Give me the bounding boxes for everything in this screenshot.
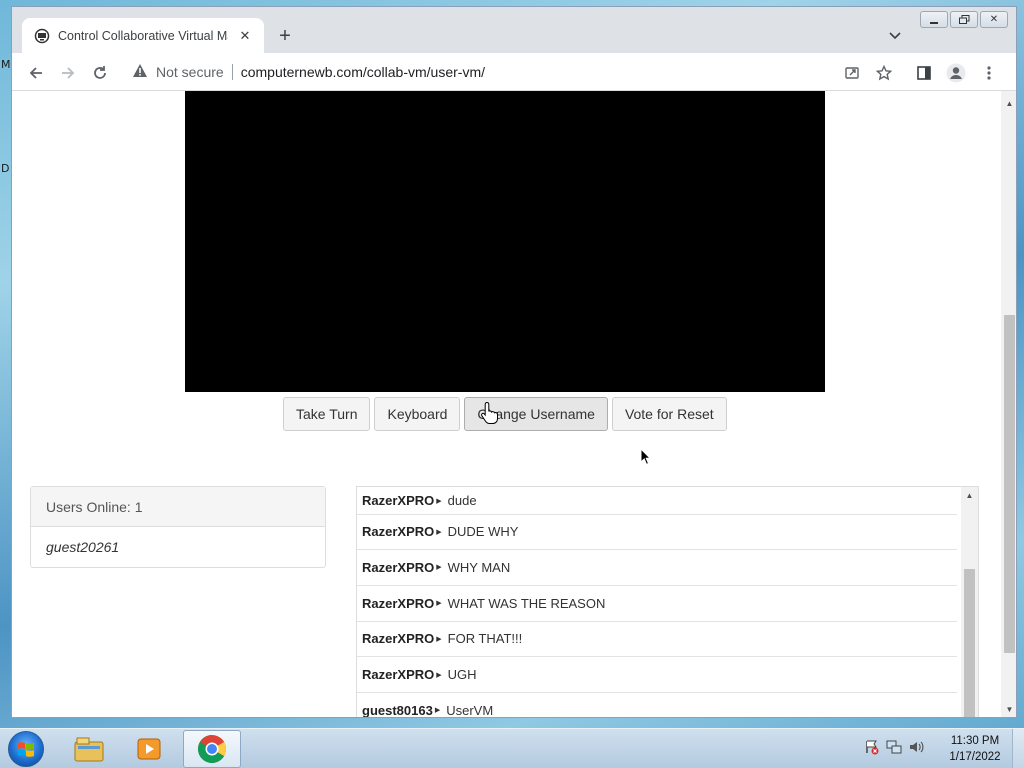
chat-text: WHAT WAS THE REASON (447, 595, 606, 611)
chat-text: UserVM (446, 702, 494, 718)
side-panel-icon[interactable] (912, 61, 936, 85)
chat-username[interactable]: RazerXPRO (362, 631, 434, 646)
chat-username[interactable]: RazerXPRO (362, 596, 434, 611)
browser-tab[interactable]: Control Collaborative Virtual Machine ✕ (22, 18, 264, 53)
menu-kebab-icon[interactable] (977, 61, 1001, 85)
reload-icon[interactable] (88, 61, 112, 85)
show-desktop-button[interactable] (1012, 729, 1024, 768)
vm-button-bar: Take Turn Keyboard Change Username Vote … (283, 397, 727, 431)
chat-username[interactable]: RazerXPRO (362, 560, 434, 575)
volume-icon[interactable] (908, 739, 924, 758)
chat-message: guest80163 ▶ UserVM (357, 693, 957, 718)
taskbar: 11:30 PM 1/17/2022 (0, 728, 1024, 768)
collabvm-icon (34, 28, 50, 44)
tab-title: Control Collaborative Virtual Machine (58, 28, 228, 43)
chat-separator-icon: ▶ (434, 707, 441, 715)
chat-username[interactable]: guest80163 (362, 703, 433, 717)
chat-separator-icon: ▶ (436, 564, 442, 572)
chat-message: RazerXPRO ▶ dude (357, 487, 957, 515)
close-window-icon[interactable]: ✕ (980, 11, 1008, 28)
back-icon[interactable] (24, 61, 48, 85)
minimize-icon[interactable] (920, 11, 948, 28)
chat-message: RazerXPRO ▶ FOR THAT!!! (357, 622, 957, 657)
page-scroll-thumb[interactable] (1004, 315, 1015, 653)
window-controls: ✕ (920, 11, 1008, 28)
security-label[interactable]: Not secure (156, 64, 224, 80)
chrome-icon[interactable] (183, 730, 241, 768)
chat-text: dude (447, 493, 477, 508)
chat-separator-icon: ▶ (436, 671, 442, 679)
desktop-edge-glyph-2: D (1, 162, 10, 175)
users-online-header: Users Online: 1 (31, 487, 325, 527)
url-text[interactable]: computernewb.com/collab-vm/user-vm/ (241, 64, 485, 80)
network-icon[interactable] (886, 739, 902, 758)
chat-scrollbar[interactable]: ▲ (961, 487, 978, 717)
media-player-icon[interactable] (120, 730, 178, 768)
hand-cursor-icon (481, 401, 498, 424)
forward-icon[interactable] (56, 61, 80, 85)
browser-toolbar: Not secure computernewb.com/collab-vm/us… (12, 53, 1016, 91)
chat-scroll-thumb[interactable] (964, 569, 975, 717)
system-tray (864, 739, 924, 758)
chat-message: RazerXPRO ▶ UGH (357, 658, 957, 693)
tab-strip: Control Collaborative Virtual Machine ✕ … (12, 7, 1016, 53)
clock-date: 1/17/2022 (949, 751, 1001, 763)
tab-search-icon[interactable] (885, 26, 905, 46)
chat-message: RazerXPRO ▶ DUDE WHY (357, 515, 957, 550)
page-scrollbar[interactable]: ▲ ▼ (1001, 91, 1016, 717)
new-tab-icon[interactable]: + (274, 25, 296, 47)
scroll-up-arrow-icon[interactable]: ▲ (1005, 99, 1014, 108)
warning-icon[interactable] (132, 63, 148, 81)
scroll-down-arrow-icon[interactable]: ▼ (1005, 705, 1014, 714)
taskbar-clock[interactable]: 11:30 PM 1/17/2022 (940, 733, 1010, 765)
user-list-item[interactable]: guest20261 (31, 527, 325, 567)
omnibox-divider (231, 64, 233, 80)
chat-text: DUDE WHY (447, 524, 519, 540)
chat-username[interactable]: RazerXPRO (362, 524, 434, 539)
vote-for-reset-button[interactable]: Vote for Reset (611, 397, 727, 431)
chat-panel[interactable]: RazerXPRO ▶ dude RazerXPRO ▶ DUDE WHY RazerXPR… (356, 486, 979, 718)
chat-username[interactable]: RazerXPRO (362, 493, 434, 508)
take-turn-button[interactable]: Take Turn (283, 397, 371, 431)
action-center-icon[interactable] (864, 739, 880, 758)
chat-separator-icon: ▶ (436, 600, 442, 608)
chat-separator-icon: ▶ (436, 497, 442, 505)
arrow-cursor-icon (640, 448, 652, 465)
address-bar[interactable]: Not secure computernewb.com/collab-vm/us… (124, 58, 876, 86)
page-viewport: Take Turn Keyboard Change Username Vote … (12, 91, 1001, 718)
clock-time: 11:30 PM (950, 735, 1000, 747)
scroll-up-arrow-icon[interactable]: ▲ (965, 491, 974, 500)
vm-display[interactable] (185, 91, 825, 392)
windows-start-icon[interactable] (8, 731, 44, 767)
desktop-edge-glyph-1: M (1, 58, 11, 71)
bookmark-star-icon[interactable] (872, 61, 896, 85)
users-online-panel: Users Online: 1 guest20261 (30, 486, 326, 568)
explorer-icon[interactable] (60, 730, 118, 768)
chat-message: RazerXPRO ▶ WHY MAN (357, 550, 957, 586)
restore-icon[interactable] (950, 11, 978, 28)
chat-text: WHY MAN (447, 559, 511, 575)
chat-text: UGH (447, 667, 477, 683)
chat-separator-icon: ▶ (436, 528, 442, 536)
chat-text: FOR THAT!!! (447, 631, 523, 647)
profile-avatar-icon[interactable] (944, 61, 968, 85)
keyboard-button[interactable]: Keyboard (374, 397, 461, 431)
share-icon[interactable] (840, 61, 864, 85)
chat-separator-icon: ▶ (436, 635, 442, 643)
close-icon[interactable]: ✕ (236, 27, 254, 45)
chat-username[interactable]: RazerXPRO (362, 667, 434, 682)
chat-message: RazerXPRO ▶ WHAT WAS THE REASON (357, 586, 957, 622)
chrome-window: Control Collaborative Virtual Machine ✕ … (11, 6, 1017, 718)
